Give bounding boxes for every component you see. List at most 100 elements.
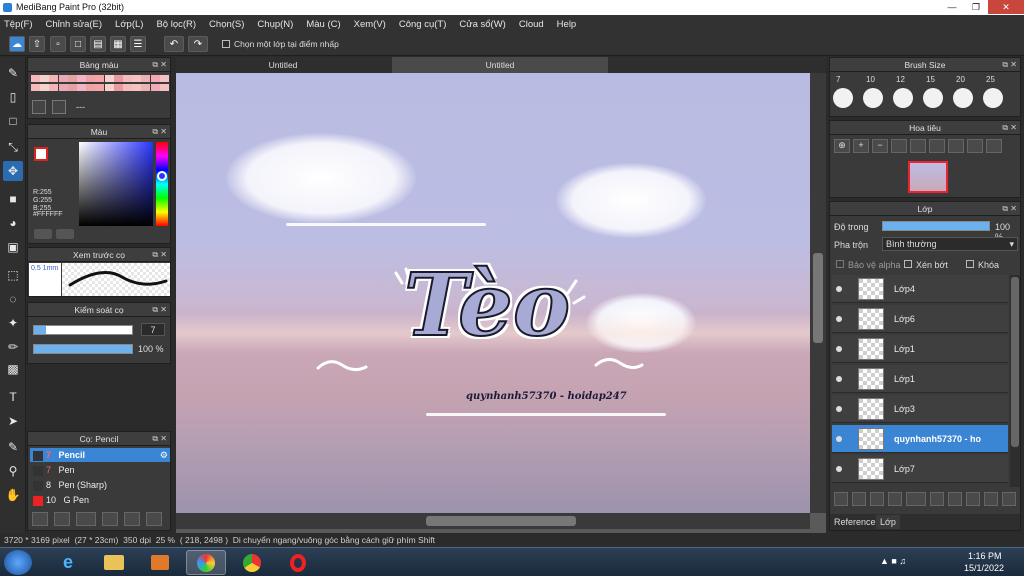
rectangle-select-icon[interactable]: □ bbox=[3, 111, 23, 131]
cloud-icon[interactable]: ☁ bbox=[9, 36, 25, 52]
tab-untitled-2[interactable]: Untitled bbox=[392, 57, 608, 73]
artwork-canvas[interactable]: Tèo quynhanh57370 - hoidap247 bbox=[176, 73, 810, 513]
document-icon[interactable]: ▤ bbox=[90, 36, 106, 52]
panel-close-icon[interactable]: ⧉ ✕ bbox=[1002, 58, 1017, 72]
brush-size-dot[interactable] bbox=[893, 88, 913, 108]
vertical-scroll-thumb[interactable] bbox=[813, 253, 823, 343]
brush-item-pen-sharp[interactable]: 8 Pen (Sharp) bbox=[30, 478, 170, 492]
brush-item-pen[interactable]: 7 Pen bbox=[30, 463, 170, 477]
eye-icon[interactable] bbox=[836, 436, 842, 442]
foreground-color[interactable] bbox=[34, 147, 48, 161]
taskbar-medibang-icon[interactable] bbox=[186, 550, 226, 575]
brush-edit-icon[interactable] bbox=[102, 512, 118, 526]
rotate-right-icon[interactable] bbox=[967, 139, 983, 153]
gradient-tool-icon[interactable]: ▣ bbox=[3, 237, 23, 257]
panel-close-icon[interactable]: ⧉ ✕ bbox=[1002, 202, 1017, 216]
brush-size-dot[interactable] bbox=[863, 88, 883, 108]
palette-swatch[interactable] bbox=[141, 84, 151, 91]
brush-folder-icon[interactable] bbox=[124, 512, 140, 526]
palette-swatch[interactable] bbox=[150, 84, 160, 91]
tab-reference[interactable]: Reference bbox=[834, 517, 876, 527]
brush-size-dot[interactable] bbox=[953, 88, 973, 108]
palette-swatch[interactable] bbox=[113, 75, 123, 82]
palette-swatch[interactable] bbox=[95, 75, 105, 82]
eyedropper-icon[interactable]: ⚲ bbox=[3, 461, 23, 481]
layer-row[interactable]: Lớp7 bbox=[832, 455, 1008, 483]
lasso-tool-icon[interactable]: ◌ bbox=[3, 289, 23, 309]
page-icon[interactable]: □ bbox=[70, 36, 86, 52]
navigator-thumbnail[interactable] bbox=[908, 161, 948, 193]
layer-row[interactable]: quynhanh57370 - ho bbox=[832, 425, 1008, 453]
halftone-layer-icon[interactable] bbox=[888, 492, 902, 506]
select-eraser-icon[interactable]: ▩ bbox=[3, 359, 23, 379]
taskbar-chrome-icon[interactable] bbox=[232, 550, 272, 575]
hand-tool-icon[interactable]: ✋ bbox=[3, 485, 23, 505]
move-tool-icon[interactable]: ✥ bbox=[3, 161, 23, 181]
palette-swatch[interactable] bbox=[40, 84, 50, 91]
palette-swatch[interactable] bbox=[49, 75, 59, 82]
add-layer-menu-icon[interactable] bbox=[906, 492, 926, 506]
panel-close-icon[interactable]: ⧉ ✕ bbox=[152, 432, 167, 446]
brush-item-pencil[interactable]: 7 Pencil ⚙ bbox=[30, 448, 170, 462]
palette-swatch[interactable] bbox=[132, 84, 142, 91]
palette-swatch[interactable] bbox=[58, 84, 68, 91]
eye-icon[interactable] bbox=[836, 346, 842, 352]
brush-add-icon[interactable] bbox=[76, 512, 96, 526]
zoom-in-icon[interactable]: + bbox=[853, 139, 869, 153]
menu-snap[interactable]: Chụp(N) bbox=[257, 19, 293, 30]
brush-download-icon[interactable] bbox=[32, 512, 48, 526]
tab-untitled-1[interactable]: Untitled bbox=[176, 57, 390, 73]
palette-swatch[interactable] bbox=[104, 75, 114, 82]
brush-size-dot[interactable] bbox=[833, 88, 853, 108]
color-picker-square[interactable] bbox=[79, 142, 153, 226]
grid-icon[interactable]: ▦ bbox=[110, 36, 126, 52]
palette-swatch[interactable] bbox=[141, 75, 151, 82]
divide-tool-icon[interactable]: ✎ bbox=[3, 437, 23, 457]
palette-swatch[interactable] bbox=[159, 75, 169, 82]
eye-icon[interactable] bbox=[836, 376, 842, 382]
palette-swatch[interactable] bbox=[86, 75, 96, 82]
color-swap-button[interactable] bbox=[56, 229, 74, 239]
select-pen-icon[interactable]: ✏ bbox=[3, 337, 23, 357]
layer-row[interactable]: Lớp4 bbox=[832, 275, 1008, 303]
menu-file[interactable]: Tệp(F) bbox=[4, 19, 33, 30]
list-icon[interactable]: ☰ bbox=[130, 36, 146, 52]
maximize-button[interactable]: ❐ bbox=[964, 0, 988, 14]
new-layer-1bit-icon[interactable] bbox=[870, 492, 884, 506]
palette-swatch[interactable] bbox=[31, 75, 40, 82]
horizontal-scroll-thumb[interactable] bbox=[426, 516, 576, 526]
duplicate-layer-icon[interactable] bbox=[948, 492, 962, 506]
palette-swatch[interactable] bbox=[67, 75, 77, 82]
brush-size-slider[interactable] bbox=[33, 325, 133, 335]
brush-size-dot[interactable] bbox=[923, 88, 943, 108]
layer-settings-icon[interactable] bbox=[984, 492, 998, 506]
vertical-scrollbar[interactable] bbox=[810, 73, 826, 513]
text-tool-icon[interactable]: T bbox=[3, 387, 23, 407]
flip-icon[interactable] bbox=[948, 139, 964, 153]
brush-duplicate-icon[interactable] bbox=[146, 512, 162, 526]
line-tool-icon[interactable]: ⤡ bbox=[3, 137, 23, 157]
eye-icon[interactable] bbox=[836, 406, 842, 412]
brush-tool-icon[interactable]: ✎ bbox=[3, 63, 23, 83]
minimize-button[interactable]: — bbox=[940, 0, 964, 14]
taskbar-ie-icon[interactable]: e bbox=[48, 550, 88, 575]
select-tool-icon[interactable]: ⬚ bbox=[3, 265, 23, 285]
layer-row[interactable]: Lớp3 bbox=[832, 395, 1008, 423]
fill-rect-icon[interactable]: ■ bbox=[3, 189, 23, 209]
actual-size-icon[interactable] bbox=[910, 139, 926, 153]
menu-edit[interactable]: Chỉnh sửa(E) bbox=[46, 19, 103, 30]
color-mode-button[interactable] bbox=[34, 229, 52, 239]
new-layer-icon[interactable] bbox=[834, 492, 848, 506]
hue-handle[interactable] bbox=[157, 171, 167, 181]
close-button[interactable]: ✕ bbox=[988, 0, 1024, 14]
palette-swatch[interactable] bbox=[67, 84, 77, 91]
new-layer-8bit-icon[interactable] bbox=[852, 492, 866, 506]
layer-row[interactable]: Lớp1 bbox=[832, 365, 1008, 393]
taskbar-explorer-icon[interactable] bbox=[94, 550, 134, 575]
palette-swatch[interactable] bbox=[113, 84, 123, 91]
menu-select[interactable]: Chọn(S) bbox=[209, 19, 244, 30]
taskbar-opera-icon[interactable] bbox=[278, 550, 318, 575]
select-layer-checkbox[interactable] bbox=[222, 40, 230, 48]
rotate-left-icon[interactable] bbox=[929, 139, 945, 153]
layer-row[interactable]: Lớp1 bbox=[832, 335, 1008, 363]
